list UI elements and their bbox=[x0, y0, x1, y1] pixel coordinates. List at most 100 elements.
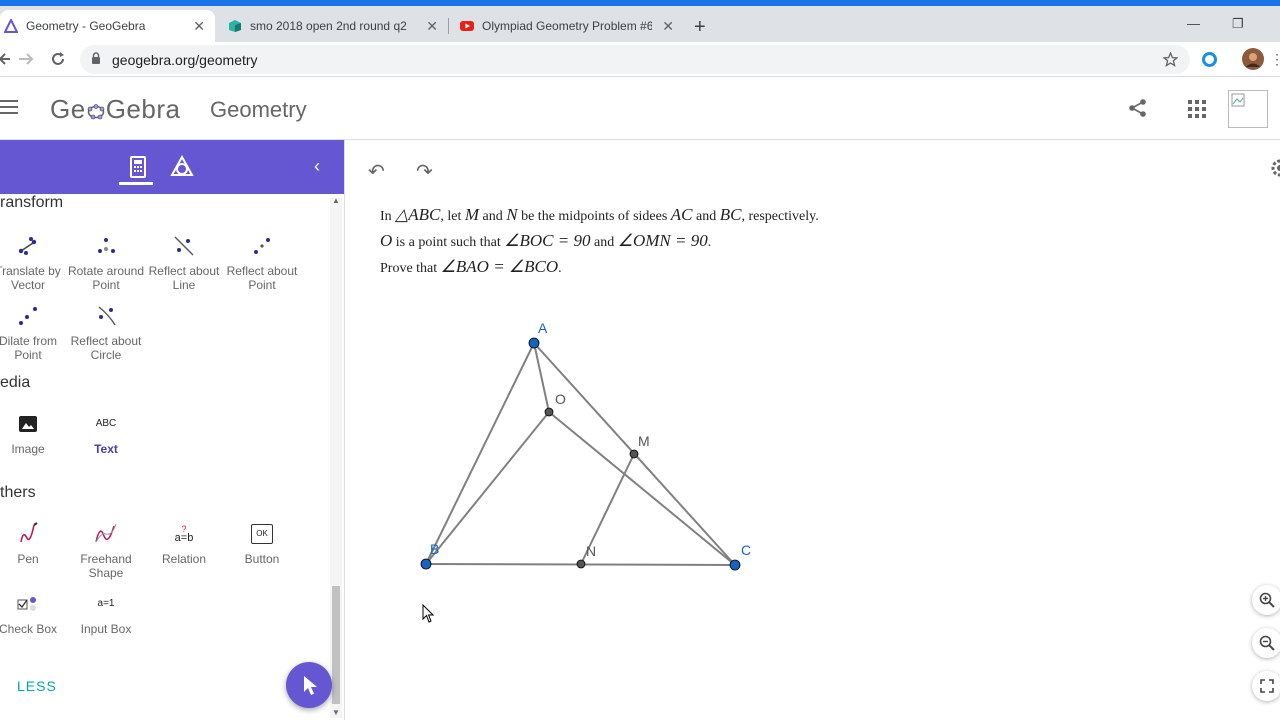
text: . bbox=[707, 235, 712, 250]
mouse-cursor-icon bbox=[422, 604, 435, 623]
tool-label: Dilate from bbox=[0, 334, 57, 348]
tool-label: Point bbox=[248, 278, 276, 292]
geogebra-favicon-icon bbox=[4, 19, 18, 33]
segment-AB[interactable] bbox=[425, 342, 535, 565]
less-button[interactable]: LESS bbox=[17, 678, 57, 694]
segment-AC[interactable] bbox=[533, 342, 736, 566]
tool-relation[interactable]: ? a=b Relation bbox=[144, 518, 224, 567]
url-text: geogebra.org/geometry bbox=[112, 52, 258, 68]
tool-text[interactable]: ABC Text bbox=[66, 408, 146, 456]
share-icon[interactable] bbox=[1128, 98, 1148, 118]
section-title-others: thers bbox=[0, 484, 36, 501]
point-label-N: N bbox=[586, 543, 596, 559]
tab-geogebra[interactable]: Geometry - GeoGebra ✕ bbox=[0, 10, 215, 42]
close-tab-icon[interactable]: ✕ bbox=[662, 18, 674, 35]
user-profile-image[interactable] bbox=[1228, 90, 1268, 128]
tool-input-box[interactable]: a=1 Input Box bbox=[66, 588, 146, 636]
segment-MN[interactable] bbox=[580, 453, 635, 565]
input-box-icon: a=1 bbox=[97, 598, 115, 609]
algebra-calculator-icon[interactable] bbox=[124, 154, 152, 180]
address-bar[interactable]: geogebra.org/geometry bbox=[80, 45, 1190, 74]
section-title-transform: ransform bbox=[0, 194, 64, 211]
segment-OC[interactable] bbox=[548, 411, 736, 566]
redo-button[interactable]: ↷ bbox=[416, 159, 433, 184]
broken-image-icon bbox=[1231, 93, 1245, 107]
image-icon bbox=[19, 416, 37, 432]
segment-AO[interactable] bbox=[533, 342, 550, 413]
geogebra-logo[interactable]: Ge Gebra bbox=[50, 94, 180, 125]
zoom-in-button[interactable] bbox=[1252, 585, 1280, 615]
point-label-A: A bbox=[538, 320, 548, 336]
graphics-view[interactable]: ↶ ↷ In △ABC, let M and N be the midpoint… bbox=[352, 141, 1280, 720]
point-C[interactable] bbox=[729, 559, 741, 571]
new-tab-button[interactable]: + bbox=[694, 16, 706, 39]
scroll-up-icon[interactable]: ▲ bbox=[332, 196, 340, 205]
point-A[interactable] bbox=[528, 337, 540, 349]
profile-avatar[interactable] bbox=[1242, 48, 1264, 70]
point-N[interactable] bbox=[576, 559, 586, 569]
tool-reflect-about-circle[interactable]: Reflect about Circle bbox=[66, 300, 146, 362]
segment-BC[interactable] bbox=[425, 563, 736, 566]
reflect-point-icon bbox=[254, 238, 270, 254]
apps-grid-icon[interactable] bbox=[1188, 100, 1206, 118]
tab-title: Geometry - GeoGebra bbox=[26, 19, 146, 33]
logo-text-start: Ge bbox=[50, 94, 86, 124]
reload-icon[interactable] bbox=[50, 51, 66, 67]
math: AC bbox=[670, 205, 693, 224]
scrollbar-thumb[interactable] bbox=[332, 586, 340, 704]
tool-translate-by-vector[interactable]: Translate by Vector bbox=[0, 230, 68, 292]
close-tab-icon[interactable]: ✕ bbox=[193, 18, 205, 35]
fullscreen-icon bbox=[1260, 679, 1274, 693]
tool-label: Point bbox=[92, 278, 120, 292]
back-arrow-icon[interactable] bbox=[0, 52, 10, 66]
restore-button[interactable]: ❐ bbox=[1232, 16, 1244, 32]
segment-BO[interactable] bbox=[425, 411, 550, 565]
minimize-button[interactable]: — bbox=[1187, 16, 1200, 31]
scroll-down-icon[interactable]: ▼ bbox=[332, 708, 340, 717]
problem-text[interactable]: In △ABC, let M and N be the midpoints of… bbox=[380, 203, 819, 281]
tool-check-box[interactable]: Check Box bbox=[0, 588, 68, 636]
tool-freehand-shape[interactable]: Freehand Shape bbox=[66, 518, 146, 580]
point-O[interactable] bbox=[544, 407, 554, 417]
tools-shapes-icon[interactable] bbox=[168, 154, 196, 180]
menu-icon[interactable] bbox=[0, 100, 18, 114]
tool-label: Check Box bbox=[0, 622, 58, 636]
settings-gear-icon[interactable] bbox=[1268, 157, 1280, 179]
math: BC bbox=[719, 205, 742, 224]
text: In bbox=[380, 209, 396, 224]
tab-youtube[interactable]: Olympiad Geometry Problem #6 ✕ bbox=[448, 10, 684, 42]
forward-arrow-icon[interactable] bbox=[18, 52, 34, 66]
tab-title: Olympiad Geometry Problem #6 bbox=[482, 19, 652, 33]
browser-toolbar: geogebra.org/geometry ⋮ bbox=[0, 42, 1280, 77]
zoom-out-button[interactable] bbox=[1252, 628, 1280, 658]
tool-rotate-around-point[interactable]: Rotate around Point bbox=[66, 230, 146, 292]
point-B[interactable] bbox=[420, 558, 432, 570]
relation-icon: a=b bbox=[174, 532, 194, 544]
tool-label: Reflect about bbox=[148, 264, 220, 278]
extension-icon[interactable] bbox=[1201, 51, 1218, 68]
tab-smo[interactable]: smo 2018 open 2nd round q2 ✕ bbox=[216, 10, 449, 42]
tool-pen[interactable]: Pen bbox=[0, 518, 68, 566]
text: Prove that bbox=[380, 261, 441, 276]
tool-label: Relation bbox=[161, 552, 207, 566]
logo-text-end: Gebra bbox=[105, 94, 181, 124]
app-title: Geometry bbox=[210, 97, 307, 122]
browser-menu-icon[interactable]: ⋮ bbox=[1270, 51, 1280, 68]
sidebar-scrollbar[interactable]: ▲ ▼ bbox=[330, 196, 342, 718]
point-label-M: M bbox=[638, 433, 650, 449]
move-tool-button[interactable] bbox=[286, 662, 332, 708]
tool-dilate-from-point[interactable]: Dilate from Point bbox=[0, 300, 68, 362]
point-M[interactable] bbox=[629, 449, 639, 459]
close-tab-icon[interactable]: ✕ bbox=[426, 18, 438, 35]
tool-label: Button bbox=[244, 552, 280, 566]
tool-reflect-about-line[interactable]: Reflect about Line bbox=[144, 230, 224, 292]
fullscreen-button[interactable] bbox=[1252, 671, 1280, 701]
collapse-panel-button[interactable]: ‹ bbox=[314, 156, 320, 177]
tool-button[interactable]: OK Button bbox=[222, 518, 302, 566]
bookmark-star-icon[interactable] bbox=[1163, 52, 1178, 67]
tool-reflect-about-point[interactable]: Reflect about Point bbox=[222, 230, 302, 292]
tool-image[interactable]: Image bbox=[0, 408, 68, 456]
undo-button[interactable]: ↶ bbox=[368, 159, 385, 184]
zoom-out-icon bbox=[1259, 635, 1275, 651]
math: ∠BOC = 90 bbox=[504, 231, 591, 250]
